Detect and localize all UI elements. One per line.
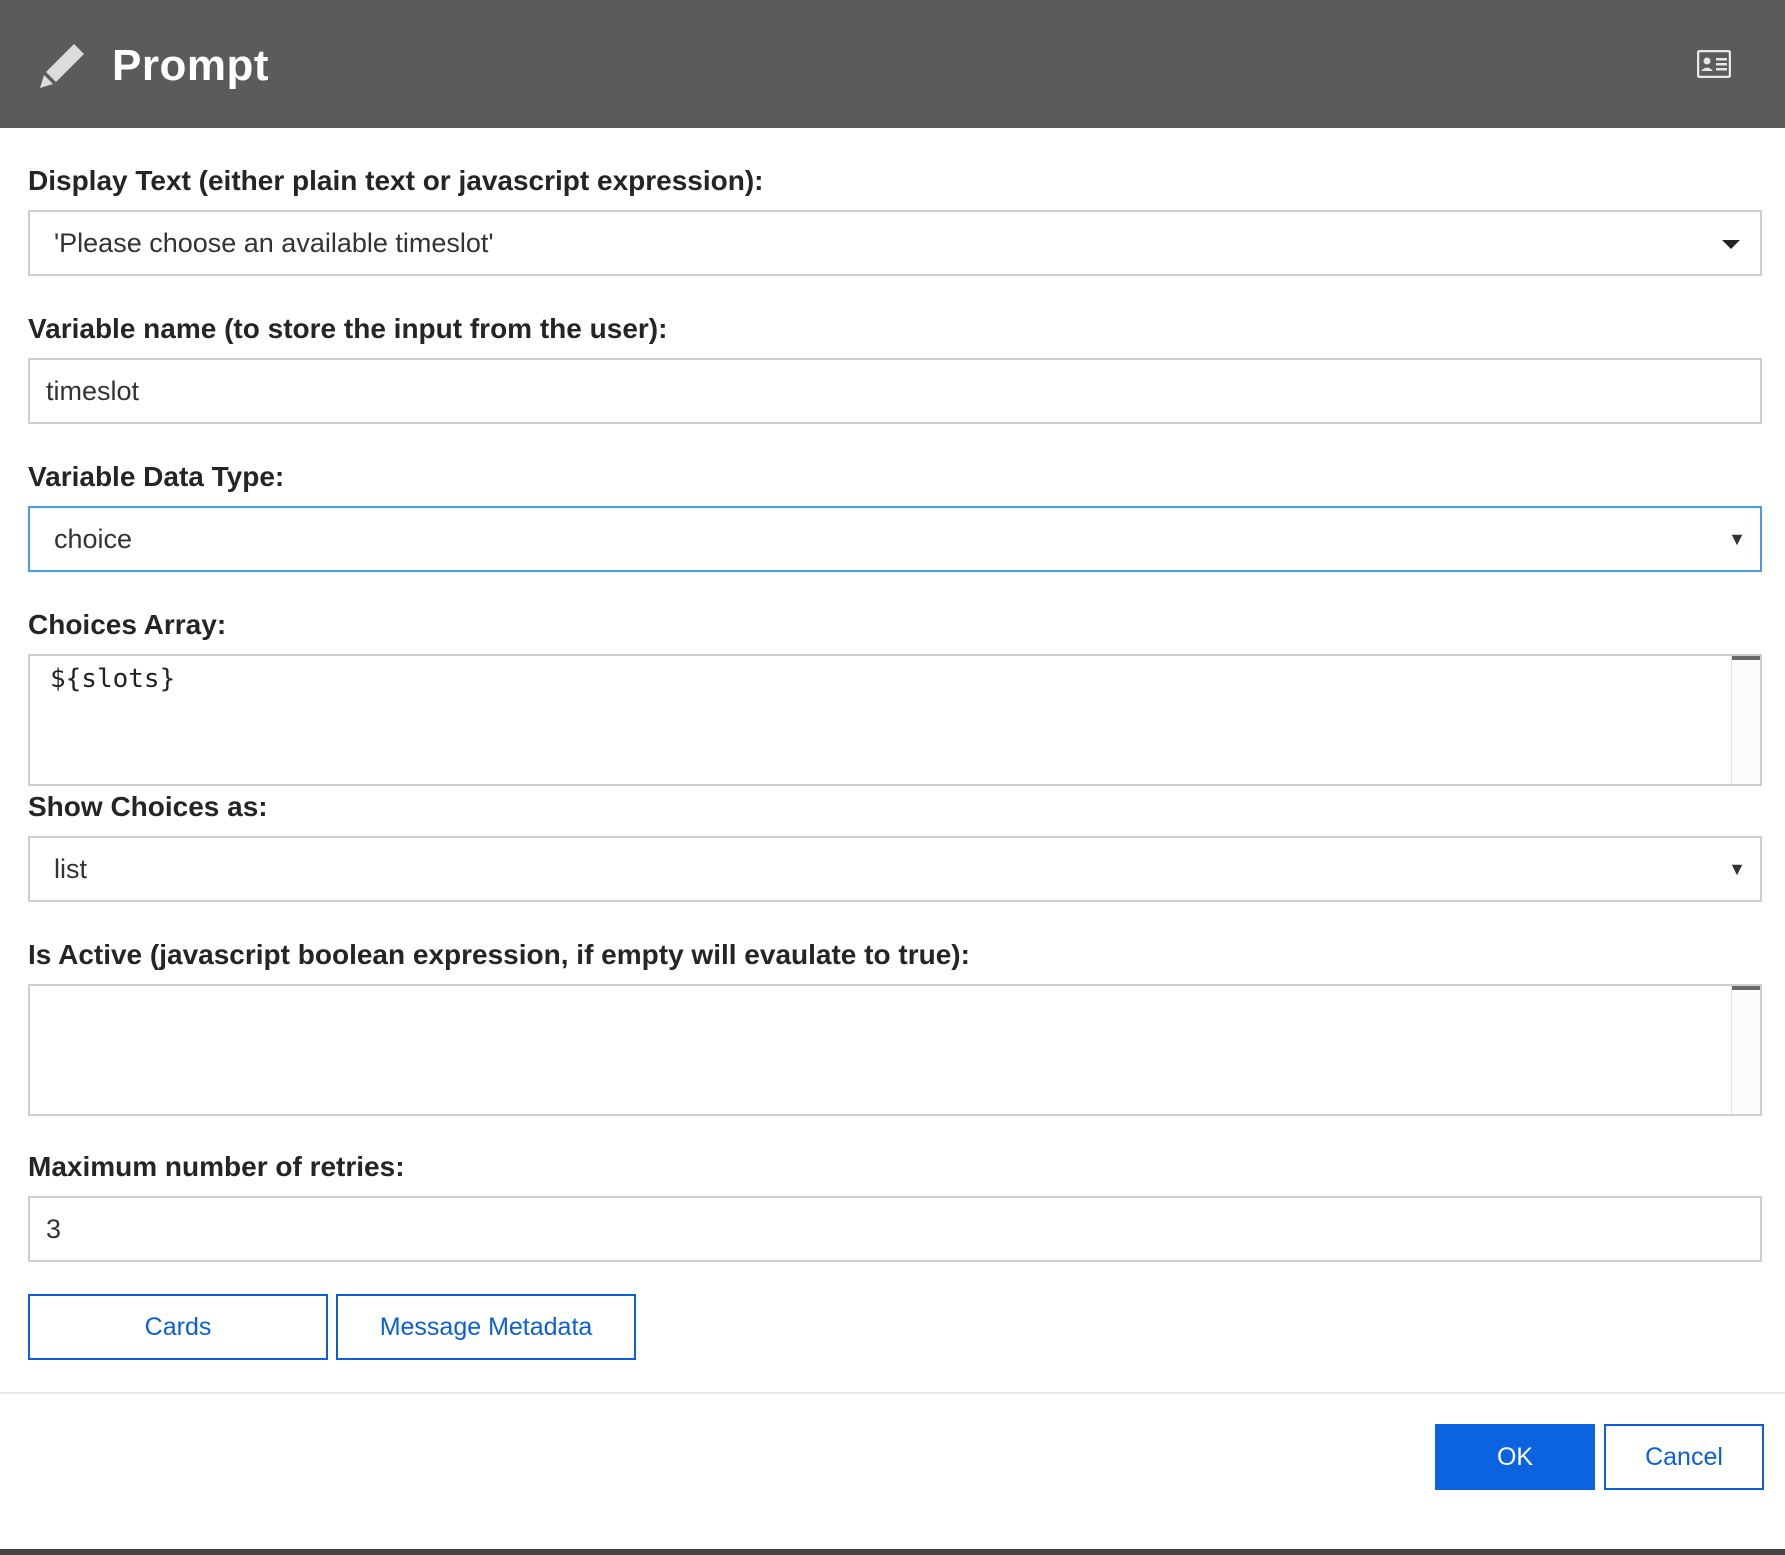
- window-bottom-edge: [0, 1549, 1785, 1555]
- choices-array-label: Choices Array:: [28, 609, 227, 640]
- footer-divider: [0, 1392, 1785, 1394]
- choices-array-value[interactable]: ${slots}: [50, 664, 175, 694]
- variable-name-input[interactable]: timeslot: [28, 358, 1762, 424]
- ok-button[interactable]: OK: [1435, 1424, 1595, 1490]
- variable-data-type-select[interactable]: choice ▼: [28, 506, 1762, 572]
- choices-array-scrollbar[interactable]: [1731, 656, 1760, 784]
- cards-button[interactable]: Cards: [28, 1294, 328, 1360]
- variable-name-label: Variable name (to store the input from t…: [28, 313, 668, 344]
- choices-array-editor[interactable]: ${slots}: [28, 654, 1762, 786]
- max-retries-label: Maximum number of retries:: [28, 1151, 405, 1182]
- pencil-icon: [40, 44, 84, 88]
- is-active-editor[interactable]: [28, 984, 1762, 1116]
- display-text-value[interactable]: 'Please choose an available timeslot': [54, 212, 494, 274]
- dropdown-arrow-icon[interactable]: ▼: [1728, 838, 1746, 900]
- max-retries-input[interactable]: 3: [28, 1196, 1762, 1262]
- show-choices-as-select[interactable]: list ▼: [28, 836, 1762, 902]
- max-retries-value[interactable]: 3: [46, 1198, 61, 1260]
- variable-name-value[interactable]: timeslot: [46, 360, 139, 422]
- cancel-button[interactable]: Cancel: [1604, 1424, 1764, 1490]
- show-choices-as-label: Show Choices as:: [28, 791, 268, 822]
- is-active-label: Is Active (javascript boolean expression…: [28, 939, 970, 970]
- is-active-scrollbar[interactable]: [1731, 986, 1760, 1114]
- caret-down-icon[interactable]: [1722, 240, 1740, 249]
- dialog-header: Prompt: [0, 0, 1785, 128]
- variable-data-type-value[interactable]: choice: [54, 508, 132, 570]
- message-metadata-button[interactable]: Message Metadata: [336, 1294, 636, 1360]
- dropdown-arrow-icon[interactable]: ▼: [1728, 508, 1746, 570]
- variable-data-type-label: Variable Data Type:: [28, 461, 285, 492]
- show-choices-as-value[interactable]: list: [54, 838, 87, 900]
- dialog-title: Prompt: [112, 41, 269, 90]
- contact-card-icon[interactable]: [1697, 50, 1731, 78]
- display-text-combobox[interactable]: 'Please choose an available timeslot': [28, 210, 1762, 276]
- display-text-label: Display Text (either plain text or javas…: [28, 165, 764, 196]
